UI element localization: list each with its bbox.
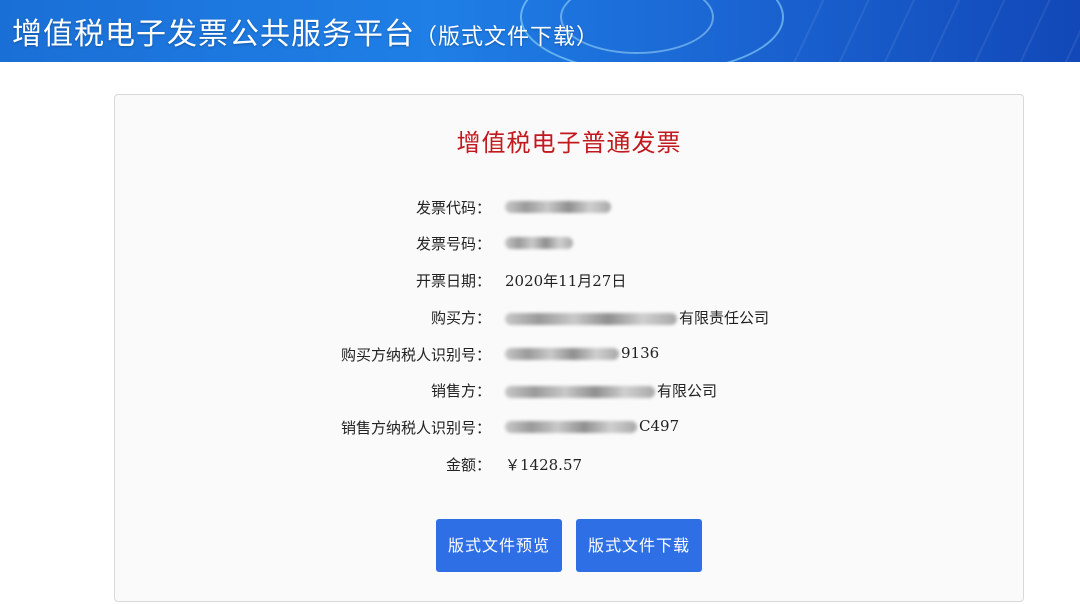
invoice-title: 增值税电子普通发票 (456, 129, 682, 157)
redacted-blur (505, 421, 637, 433)
amount-row: 金额： ￥1428.57 (115, 452, 1023, 476)
header-banner: 增值税电子发票公共服务平台（版式文件下载） (0, 0, 1080, 62)
buyer-row: 购买方： 有限责任公司 (115, 305, 1023, 329)
issue-date-row: 开票日期： 2020年11月27日 (115, 268, 1023, 292)
issue-date-label: 开票日期： (415, 272, 491, 290)
invoice-code-row: 发票代码： (115, 195, 1023, 219)
redacted-blur (505, 348, 619, 360)
invoice-code-label: 发票代码： (415, 199, 491, 217)
amount-value: ￥1428.57 (505, 456, 583, 474)
buyer-tax-id-row: 购买方纳税人识别号： 9136 (115, 342, 1023, 366)
buyer-tax-id-value: 9136 (505, 344, 659, 362)
platform-subtitle: （版式文件下载） (415, 25, 600, 50)
invoice-number-value (505, 233, 575, 251)
seller-tax-id-row: 销售方纳税人识别号： C497 (115, 415, 1023, 439)
download-file-button[interactable]: 版式文件下载 (576, 519, 702, 572)
amount-label: 金额： (445, 456, 491, 474)
invoice-code-value (505, 197, 613, 215)
buyer-value: 有限责任公司 (505, 307, 769, 328)
seller-row: 销售方： 有限公司 (115, 378, 1023, 402)
issue-date-value: 2020年11月27日 (505, 272, 627, 290)
invoice-card: 增值税电子普通发票 发票代码： 发票号码： 开票日期： 2020年11月27日 … (114, 94, 1024, 602)
seller-tax-id-label: 销售方纳税人识别号： (340, 419, 491, 437)
invoice-number-label: 发票号码： (415, 235, 491, 253)
seller-value: 有限公司 (505, 380, 717, 401)
seller-tax-id-value: C497 (505, 417, 679, 435)
platform-title-text: 增值税电子发票公共服务平台 (12, 17, 415, 52)
buyer-tax-id-label: 购买方纳税人识别号： (340, 346, 491, 364)
redacted-blur (505, 386, 655, 398)
platform-title: 增值税电子发票公共服务平台（版式文件下载） (12, 9, 599, 53)
redacted-blur (505, 313, 677, 325)
seller-label: 销售方： (430, 382, 491, 400)
banner-decoration (780, 0, 1080, 62)
redacted-blur (505, 237, 573, 249)
redacted-blur (505, 201, 611, 213)
buyer-label: 购买方： (430, 309, 491, 327)
preview-file-button[interactable]: 版式文件预览 (436, 519, 562, 572)
invoice-number-row: 发票号码： (115, 231, 1023, 255)
